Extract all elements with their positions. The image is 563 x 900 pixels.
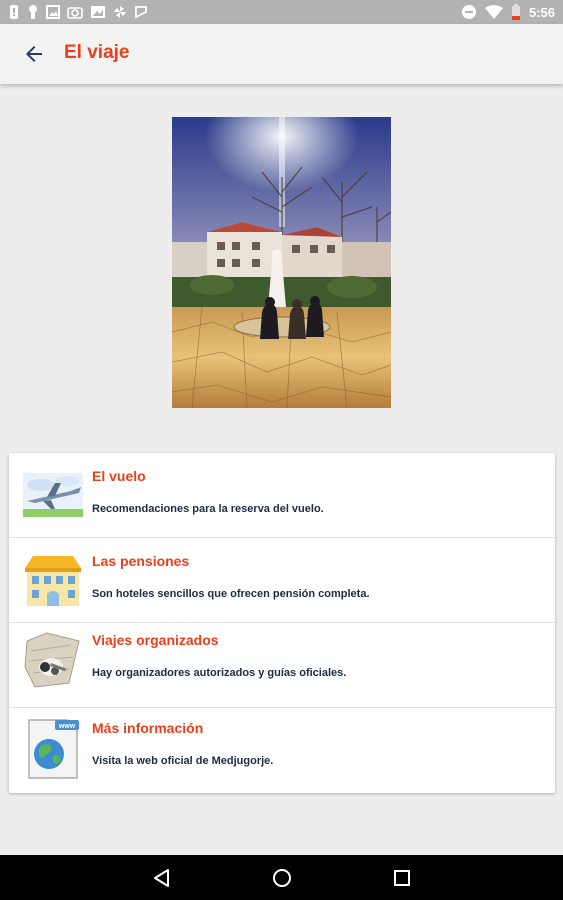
list-item-description: Son hoteles sencillos que ofrecen pensió… [92, 588, 370, 600]
list-item-title: Las pensiones [92, 553, 190, 569]
list-item-description: Hay organizadores autorizados y guías of… [92, 667, 347, 679]
medjugorje-statue-photo [172, 117, 391, 408]
list-item-description: Recomendaciones para la reserva del vuel… [92, 503, 324, 515]
web-globe-icon: www [28, 719, 79, 779]
list-item-title: Viajes organizados [92, 632, 219, 648]
image-icon [46, 5, 60, 19]
status-right-icons: 5:56 [461, 3, 555, 21]
gallery-icon [91, 6, 105, 18]
status-bar: 5:56 [0, 0, 563, 24]
nav-recents-button[interactable] [391, 867, 413, 889]
recents-square-icon [394, 870, 410, 886]
do-not-disturb-icon [461, 5, 476, 19]
system-nav-bar [0, 855, 563, 900]
hero-image [172, 117, 391, 408]
notification-icon [10, 5, 18, 19]
list-item-pensiones[interactable]: Las pensiones Son hoteles sencillos que … [9, 538, 555, 622]
options-list: El vuelo Recomendaciones para la reserva… [9, 453, 555, 793]
back-triangle-icon [154, 869, 169, 887]
battery-icon [511, 4, 520, 20]
lock-icon [29, 5, 37, 19]
list-item-title: Más información [92, 720, 204, 736]
list-item-mas-informacion[interactable]: www Más información Visita la web oficia… [9, 708, 555, 793]
hotel-building-icon [25, 556, 81, 606]
back-button[interactable] [22, 42, 46, 66]
camera-icon [67, 7, 83, 19]
nav-back-button[interactable] [151, 867, 173, 889]
list-item-vuelo[interactable]: El vuelo Recomendaciones para la reserva… [9, 453, 555, 537]
shield-icon [135, 6, 147, 19]
app-bar: El viaje [0, 24, 563, 84]
map-keys-icon [24, 632, 80, 688]
svg-text:www: www [58, 723, 76, 730]
status-left-icons [8, 4, 148, 20]
status-time: 5:56 [528, 4, 555, 20]
page-title: El viaje [64, 42, 130, 63]
nav-home-button[interactable] [271, 867, 293, 889]
list-item-description: Visita la web oficial de Medjugorje. [92, 755, 274, 767]
list-item-viajes-organizados[interactable]: Viajes organizados Hay organizadores aut… [9, 623, 555, 707]
wifi-icon [484, 5, 503, 19]
pinwheel-icon [114, 6, 126, 18]
list-item-title: El vuelo [92, 468, 146, 484]
home-circle-icon [273, 869, 291, 887]
arrow-back-icon [26, 46, 42, 62]
airplane-icon [23, 473, 83, 517]
